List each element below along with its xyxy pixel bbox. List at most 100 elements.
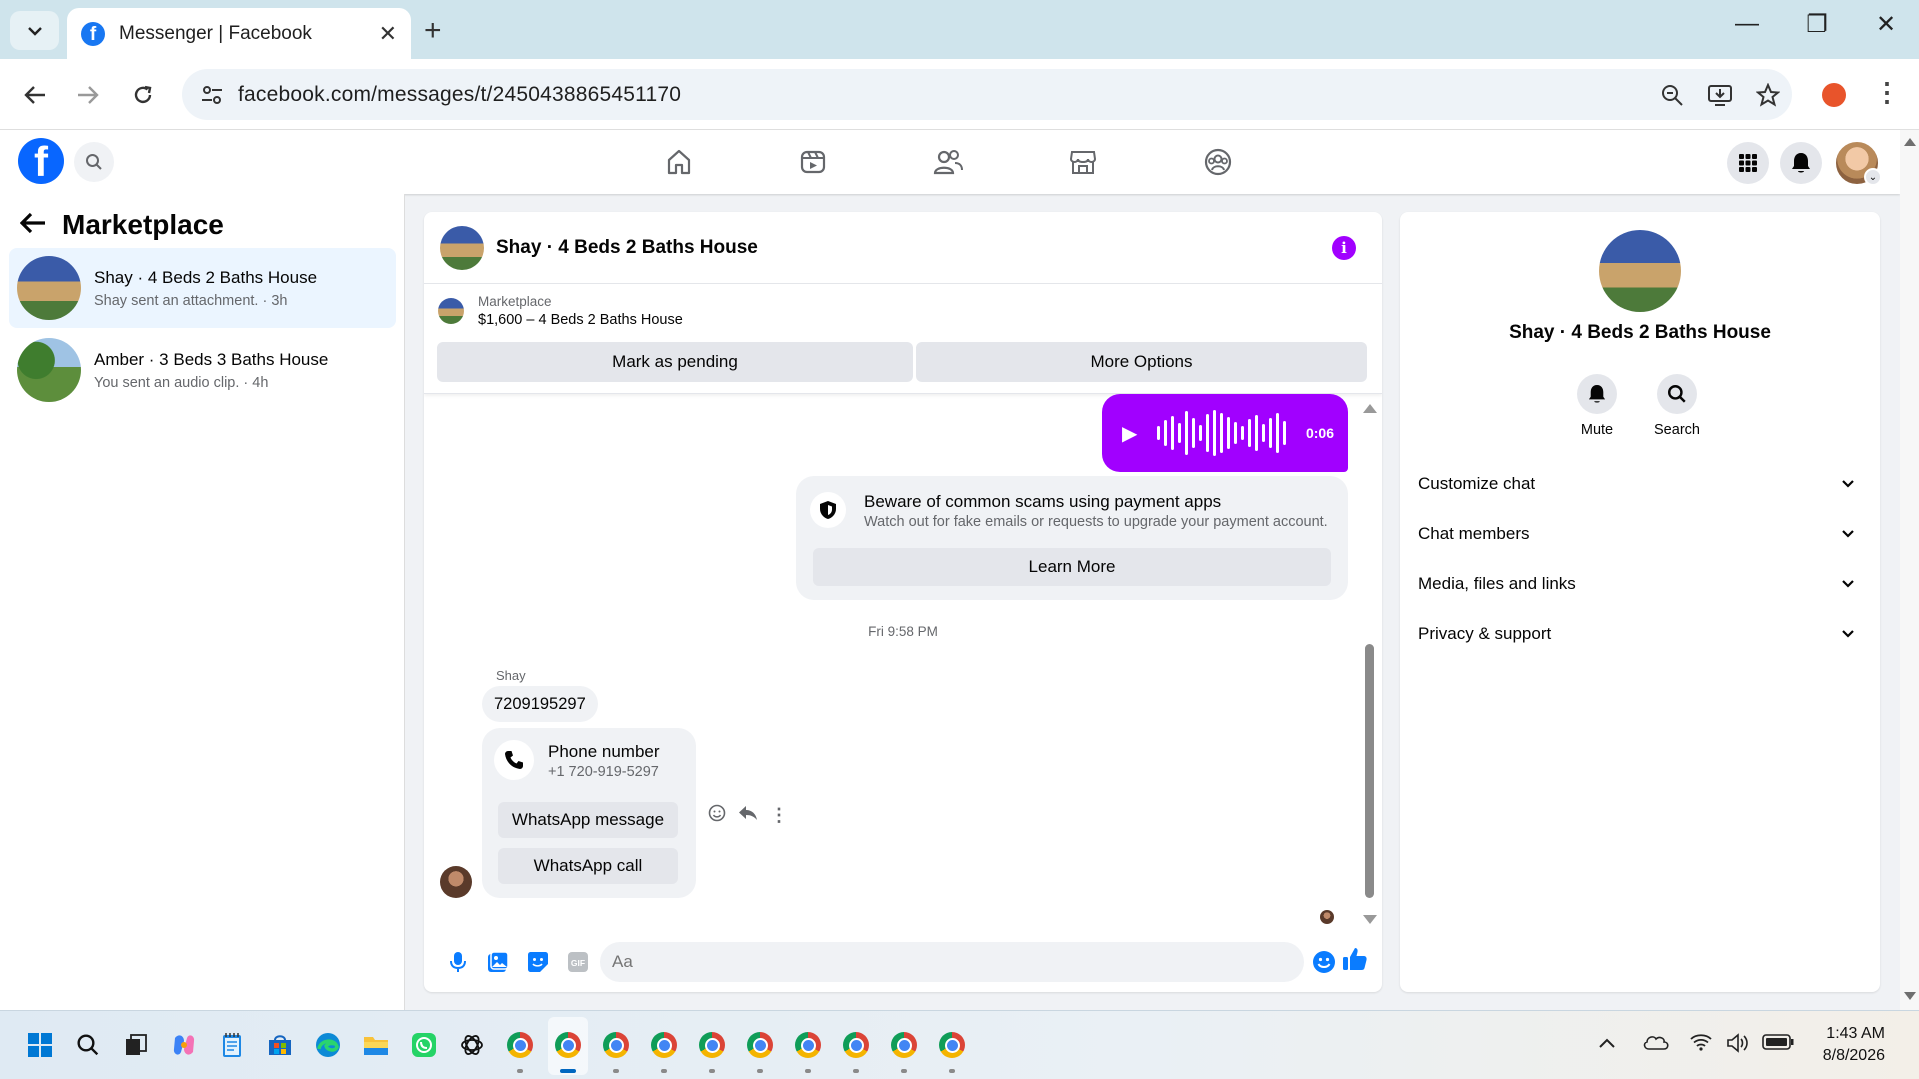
chat-scrollbar[interactable] — [1362, 404, 1377, 924]
chrome-taskbar-icon[interactable] — [552, 1029, 584, 1073]
gif-icon[interactable]: GIF — [558, 942, 598, 982]
react-emoji-icon[interactable] — [708, 804, 726, 827]
back-button[interactable] — [17, 77, 53, 113]
nav-groups-tab[interactable] — [1196, 142, 1240, 182]
new-tab-button[interactable]: + — [424, 14, 442, 48]
learn-more-button[interactable]: Learn More — [813, 548, 1331, 586]
microphone-icon[interactable] — [438, 942, 478, 982]
scroll-down-icon[interactable] — [1904, 992, 1916, 1000]
minimize-button[interactable]: — — [1727, 10, 1767, 38]
task-view-icon[interactable] — [120, 1029, 152, 1061]
site-info-icon[interactable] — [192, 85, 232, 105]
system-clock[interactable]: 1:43 AM 8/8/2026 — [1805, 1023, 1885, 1067]
wifi-icon[interactable] — [1690, 1033, 1712, 1056]
nav-home-tab[interactable] — [657, 142, 701, 182]
show-hidden-icons-icon[interactable] — [1598, 1033, 1616, 1054]
privacy-support-row[interactable]: Privacy & support — [1418, 614, 1862, 654]
chat-members-row[interactable]: Chat members — [1418, 514, 1862, 554]
chevron-down-icon: ⌄ — [1864, 168, 1882, 186]
phone-number-message[interactable]: 7209195297 — [482, 686, 598, 722]
browser-menu-icon[interactable]: ⋮ — [1874, 77, 1900, 108]
extension-icon[interactable] — [1822, 83, 1846, 107]
chrome-taskbar-icon[interactable] — [696, 1029, 728, 1073]
audio-message[interactable]: ▶ 0:06 — [1102, 394, 1348, 472]
conversation-item-amber[interactable]: Amber · 3 Beds 3 Baths House You sent an… — [9, 330, 396, 410]
media-files-links-row[interactable]: Media, files and links — [1418, 564, 1862, 604]
notepad-icon[interactable] — [216, 1029, 248, 1061]
close-tab-icon[interactable]: ✕ — [379, 21, 397, 47]
copilot-icon[interactable] — [168, 1029, 200, 1061]
menu-button[interactable] — [1727, 142, 1769, 184]
file-explorer-icon[interactable] — [360, 1029, 392, 1061]
chrome-taskbar-icon[interactable] — [504, 1029, 536, 1073]
chat-title[interactable]: Shay · 4 Beds 2 Baths House — [496, 237, 758, 259]
more-options-button[interactable]: More Options — [916, 342, 1367, 382]
search-label: Search — [1654, 422, 1700, 438]
nav-marketplace-tab[interactable] — [1061, 142, 1105, 182]
audio-duration: 0:06 — [1305, 425, 1334, 441]
volume-icon[interactable] — [1726, 1033, 1752, 1058]
facebook-search-button[interactable] — [74, 142, 114, 182]
photo-icon[interactable] — [478, 942, 518, 982]
install-app-icon[interactable] — [1696, 84, 1744, 106]
chat-avatar[interactable] — [440, 225, 484, 270]
sender-avatar[interactable] — [440, 866, 472, 898]
scroll-up-icon[interactable] — [1363, 404, 1377, 413]
scroll-down-icon[interactable] — [1363, 915, 1377, 924]
nav-friends-tab[interactable] — [926, 142, 970, 182]
edge-icon[interactable] — [312, 1029, 344, 1061]
page-scrollbar[interactable] — [1900, 130, 1919, 1010]
taskbar-search-icon[interactable] — [72, 1029, 104, 1061]
mute-label: Mute — [1580, 422, 1614, 438]
info-icon[interactable]: i — [1332, 236, 1356, 260]
omnibox[interactable]: facebook.com/messages/t/2450438865451170 — [182, 69, 1792, 120]
mark-as-pending-button[interactable]: Mark as pending — [437, 342, 913, 382]
restore-button[interactable]: ❐ — [1797, 10, 1837, 39]
chrome-taskbar-icon[interactable] — [648, 1029, 680, 1073]
zoom-icon[interactable] — [1648, 84, 1696, 106]
message-input[interactable] — [600, 942, 1304, 982]
back-arrow-icon[interactable] — [19, 208, 46, 242]
chrome-taskbar-icon[interactable] — [840, 1029, 872, 1073]
play-icon[interactable]: ▶ — [1122, 421, 1137, 446]
notifications-button[interactable] — [1780, 142, 1822, 184]
thumbs-up-icon[interactable] — [1342, 946, 1368, 977]
details-avatar[interactable] — [1599, 230, 1681, 312]
url-text: facebook.com/messages/t/2450438865451170 — [238, 82, 682, 106]
reload-button[interactable] — [125, 77, 161, 113]
whatsapp-call-button[interactable]: WhatsApp call — [498, 848, 678, 884]
facebook-logo[interactable]: f — [18, 138, 64, 184]
onedrive-icon[interactable] — [1642, 1033, 1670, 1056]
conversation-item-shay[interactable]: Shay · 4 Beds 2 Baths House Shay sent an… — [9, 248, 396, 328]
listing-price-title[interactable]: $1,600 – 4 Beds 2 Baths House — [478, 312, 683, 328]
search-action[interactable]: Search — [1637, 374, 1717, 438]
close-window-button[interactable]: ✕ — [1866, 10, 1906, 39]
chrome-taskbar-icon[interactable] — [792, 1029, 824, 1073]
whatsapp-message-button[interactable]: WhatsApp message — [498, 802, 678, 838]
bell-icon — [1792, 153, 1810, 173]
chrome-taskbar-icon[interactable] — [600, 1029, 632, 1073]
scroll-up-icon[interactable] — [1904, 138, 1916, 146]
scrollbar-thumb[interactable] — [1365, 644, 1374, 898]
account-avatar[interactable]: ⌄ — [1834, 140, 1882, 186]
customize-chat-row[interactable]: Customize chat — [1418, 464, 1862, 504]
sticker-icon[interactable] — [518, 942, 558, 982]
tab-search-button[interactable] — [10, 11, 59, 50]
mute-action[interactable]: Mute — [1557, 374, 1637, 438]
forward-button[interactable] — [70, 77, 106, 113]
emoji-icon[interactable] — [1312, 950, 1336, 979]
reply-icon[interactable] — [738, 804, 758, 827]
nav-video-tab[interactable] — [791, 142, 835, 182]
more-options-icon[interactable]: ⋮ — [770, 805, 788, 826]
whatsapp-icon[interactable] — [408, 1029, 440, 1061]
battery-icon[interactable] — [1762, 1033, 1794, 1056]
chrome-taskbar-icon[interactable] — [888, 1029, 920, 1073]
chrome-taskbar-icon[interactable] — [744, 1029, 776, 1073]
windows-start-icon[interactable] — [24, 1029, 56, 1061]
microsoft-store-icon[interactable] — [264, 1029, 296, 1061]
chrome-taskbar-icon[interactable] — [936, 1029, 968, 1073]
chatgpt-icon[interactable] — [456, 1029, 488, 1061]
browser-tab[interactable]: f Messenger | Facebook ✕ — [67, 8, 411, 59]
bookmark-star-icon[interactable] — [1744, 82, 1792, 107]
chevron-down-icon — [1842, 527, 1854, 541]
